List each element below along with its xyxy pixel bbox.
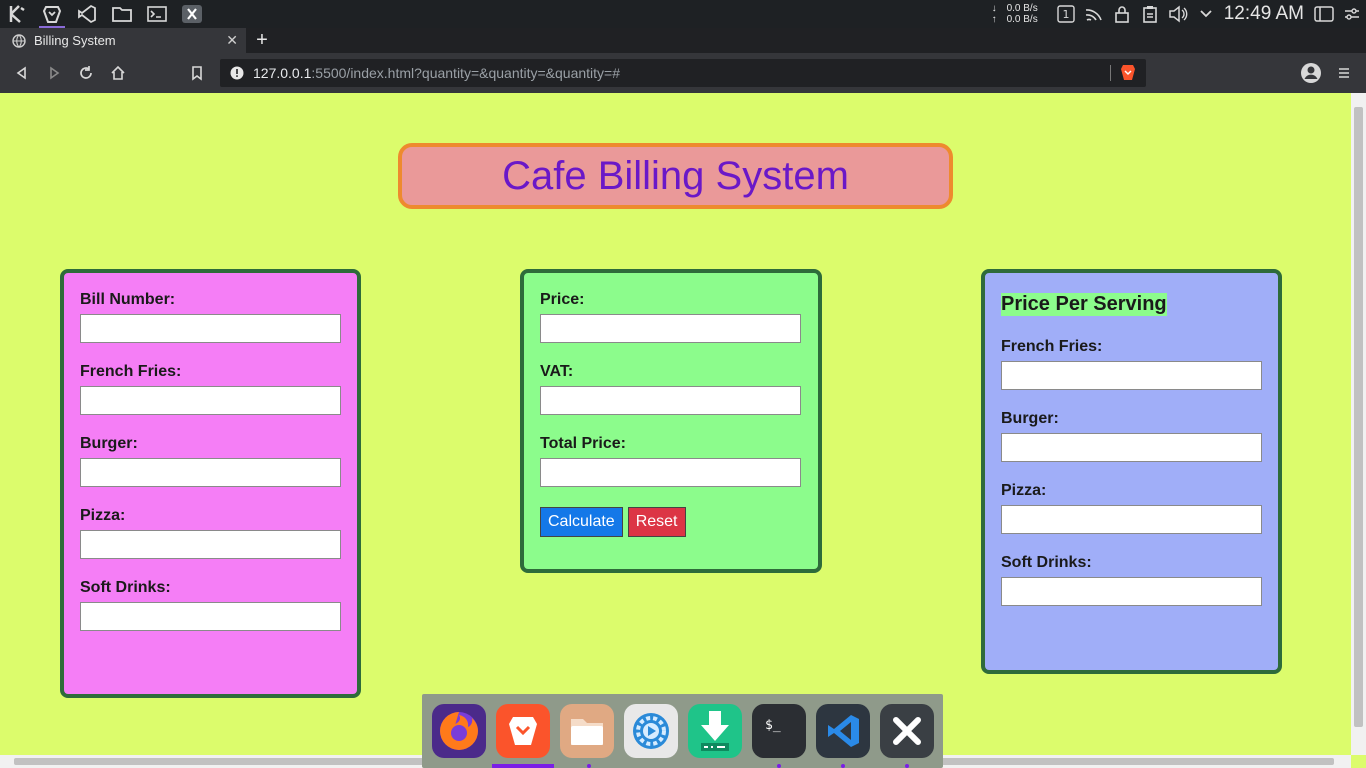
reset-button[interactable]: Reset bbox=[627, 507, 686, 537]
url-host: 127.0.0.1 bbox=[253, 65, 312, 81]
burger-label: Burger: bbox=[80, 435, 138, 452]
burger-price-label: Burger: bbox=[1001, 410, 1059, 427]
dock-active-indicator bbox=[492, 764, 554, 768]
french-fries-quantity-input[interactable] bbox=[80, 386, 341, 415]
bookmark-icon[interactable] bbox=[186, 63, 208, 83]
menu-icon[interactable] bbox=[1333, 63, 1355, 83]
new-tab-icon[interactable]: + bbox=[254, 28, 270, 53]
url-separator bbox=[1110, 65, 1111, 81]
soft-drinks-quantity-input[interactable] bbox=[80, 602, 341, 631]
reload-icon[interactable] bbox=[75, 63, 97, 83]
title-banner: Cafe Billing System bbox=[398, 143, 953, 209]
site-info-icon[interactable] bbox=[230, 66, 244, 80]
brave-browser-icon[interactable] bbox=[37, 1, 67, 28]
svg-text:$_: $_ bbox=[765, 718, 781, 733]
back-icon[interactable] bbox=[11, 63, 33, 83]
french-fries-price-label: French Fries: bbox=[1001, 338, 1103, 355]
net-up: 0.0 B/s bbox=[1006, 14, 1038, 25]
burger-price-input[interactable] bbox=[1001, 433, 1262, 462]
price-per-serving-heading: Price Per Serving bbox=[1001, 293, 1167, 316]
globe-icon bbox=[12, 33, 26, 48]
order-quantity-card: Bill Number: French Fries: Burger: Pizza… bbox=[60, 269, 361, 698]
url-path: :5500/index.html?quantity=&quantity=&qua… bbox=[311, 65, 620, 81]
volume-icon[interactable] bbox=[1167, 4, 1189, 24]
totals-card: Price: VAT: Total Price: Calculate Reset bbox=[520, 269, 822, 573]
net-down: 0.0 B/s bbox=[1006, 3, 1038, 14]
dock: $_ bbox=[422, 694, 943, 768]
kde-menu-icon[interactable] bbox=[2, 1, 32, 27]
french-fries-price-input[interactable] bbox=[1001, 361, 1262, 390]
network-speed: ↓ 0.0 B/s ↑ 0.0 B/s bbox=[992, 3, 1038, 25]
home-icon[interactable] bbox=[107, 63, 129, 83]
page-title: Cafe Billing System bbox=[502, 153, 849, 198]
terminal-app-icon[interactable]: $_ bbox=[752, 704, 806, 758]
upload-arrow-icon: ↑ bbox=[991, 14, 997, 25]
download-arrow-icon: ↓ bbox=[991, 3, 997, 14]
dock-running-dot bbox=[777, 764, 781, 768]
dock-running-dot bbox=[587, 764, 591, 768]
burger-quantity-input[interactable] bbox=[80, 458, 341, 487]
profile-avatar-icon[interactable] bbox=[1300, 63, 1322, 83]
vat-input[interactable] bbox=[540, 386, 801, 415]
tab-billing-system[interactable]: Billing System ✕ bbox=[0, 28, 246, 53]
vertical-scrollbar[interactable] bbox=[1351, 93, 1366, 755]
file-manager-icon[interactable] bbox=[107, 1, 137, 27]
total-price-label: Total Price: bbox=[540, 435, 626, 452]
close-app-dock-icon[interactable] bbox=[880, 704, 934, 758]
virtual-desktop-icon[interactable]: 1 bbox=[1055, 4, 1077, 24]
bill-number-label: Bill Number: bbox=[80, 291, 176, 308]
dock-running-dot bbox=[841, 764, 845, 768]
total-price-input[interactable] bbox=[540, 458, 801, 487]
address-bar[interactable]: 127.0.0.1:5500/index.html?quantity=&quan… bbox=[220, 59, 1146, 87]
downloader-icon[interactable] bbox=[688, 704, 742, 758]
wifi-icon[interactable] bbox=[1083, 4, 1105, 24]
panel-settings-icon[interactable] bbox=[1341, 4, 1363, 24]
browser-toolbar: 127.0.0.1:5500/index.html?quantity=&quan… bbox=[0, 53, 1366, 93]
system-tray: ↓ 0.0 B/s ↑ 0.0 B/s 1 12:49 AM bbox=[992, 0, 1366, 28]
brave-shields-icon[interactable] bbox=[1120, 64, 1136, 82]
files-icon[interactable] bbox=[560, 704, 614, 758]
brave-icon[interactable] bbox=[496, 704, 550, 758]
dock-running-dot bbox=[905, 764, 909, 768]
vertical-scroll-thumb[interactable] bbox=[1354, 107, 1363, 727]
vscode-app-icon[interactable] bbox=[816, 704, 870, 758]
pizza-label: Pizza: bbox=[80, 507, 126, 524]
soft-drinks-label: Soft Drinks: bbox=[80, 579, 171, 596]
pizza-quantity-input[interactable] bbox=[80, 530, 341, 559]
pizza-price-label: Pizza: bbox=[1001, 482, 1047, 499]
clock[interactable]: 12:49 AM bbox=[1224, 3, 1304, 25]
french-fries-label: French Fries: bbox=[80, 363, 182, 380]
clipboard-icon[interactable] bbox=[1139, 4, 1161, 24]
show-desktop-icon[interactable] bbox=[1313, 4, 1335, 24]
action-buttons: Calculate Reset bbox=[540, 507, 802, 537]
soft-drinks-price-input[interactable] bbox=[1001, 577, 1262, 606]
task-manager bbox=[2, 0, 212, 28]
terminal-icon[interactable] bbox=[142, 1, 172, 27]
forward-icon[interactable] bbox=[43, 63, 65, 83]
vscode-icon[interactable] bbox=[72, 1, 102, 27]
tab-title: Billing System bbox=[34, 33, 116, 48]
soft-drinks-price-label: Soft Drinks: bbox=[1001, 554, 1092, 571]
vat-label: VAT: bbox=[540, 363, 574, 380]
price-per-serving-card: Price Per Serving French Fries: Burger: … bbox=[981, 269, 1282, 674]
url-text: 127.0.0.1:5500/index.html?quantity=&quan… bbox=[253, 65, 620, 81]
desktop-number: 1 bbox=[1062, 8, 1069, 21]
system-panel: ↓ 0.0 B/s ↑ 0.0 B/s 1 12:49 AM bbox=[0, 0, 1366, 28]
page-content: Cafe Billing System Bill Number: French … bbox=[0, 93, 1351, 755]
pizza-price-input[interactable] bbox=[1001, 505, 1262, 534]
bill-number-input[interactable] bbox=[80, 314, 341, 343]
price-label: Price: bbox=[540, 291, 585, 308]
price-input[interactable] bbox=[540, 314, 801, 343]
browser-tab-bar: Billing System ✕ + bbox=[0, 28, 1366, 53]
tab-close-icon[interactable]: ✕ bbox=[226, 32, 238, 49]
calculate-button[interactable]: Calculate bbox=[540, 507, 623, 537]
chevron-down-icon[interactable] bbox=[1195, 4, 1217, 24]
settings-icon[interactable] bbox=[624, 704, 678, 758]
firefox-icon[interactable] bbox=[432, 704, 486, 758]
close-app-icon[interactable] bbox=[177, 1, 207, 27]
lock-icon[interactable] bbox=[1111, 4, 1133, 24]
